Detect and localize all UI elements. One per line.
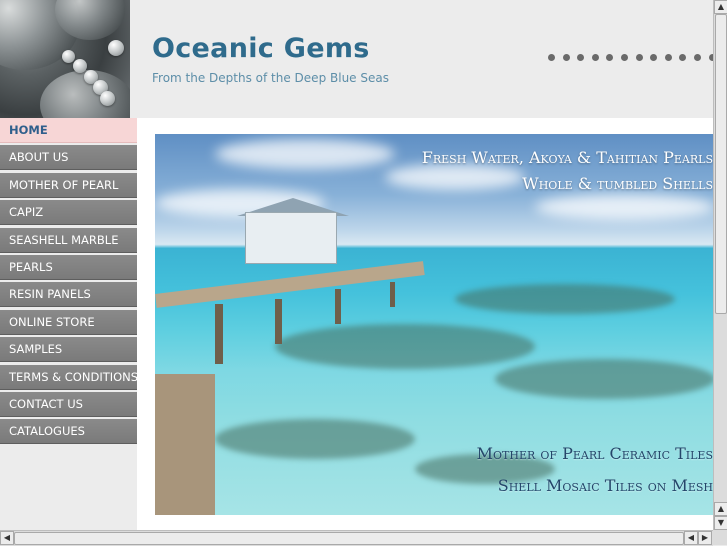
hero-caption-shells: Whole & tumbled Shells bbox=[522, 174, 713, 193]
vertical-scroll-thumb[interactable] bbox=[715, 14, 727, 314]
horizontal-scrollbar[interactable]: ◀ ◀ ▶ bbox=[0, 530, 713, 546]
nav-item-catalogues[interactable]: CATALOGUES bbox=[0, 419, 137, 445]
nav-item-seashell-marble[interactable]: SEASHELL MARBLE bbox=[0, 227, 137, 253]
nav-item-capiz[interactable]: CAPIZ bbox=[0, 200, 137, 226]
decorative-dots bbox=[548, 54, 716, 64]
nav-item-online-store[interactable]: ONLINE STORE bbox=[0, 309, 137, 335]
site-title[interactable]: Oceanic Gems bbox=[152, 33, 370, 64]
hero-caption-pearls: Fresh Water, Akoya & Tahitian Pearls bbox=[421, 148, 713, 167]
scroll-left-button[interactable]: ◀ bbox=[0, 531, 14, 545]
sidebar-nav: HOME ABOUT US MOTHER OF PEARL CAPIZ SEAS… bbox=[0, 118, 137, 530]
vertical-scrollbar[interactable]: ▲ ▲ ▼ bbox=[713, 0, 727, 530]
hero-caption-mosaic-tiles: Shell Mosaic Tiles on Mesh bbox=[497, 476, 713, 495]
horizontal-scroll-thumb[interactable] bbox=[14, 532, 684, 545]
site-header: Oceanic Gems From the Depths of the Deep… bbox=[0, 0, 716, 118]
nav-item-pearls[interactable]: PEARLS bbox=[0, 254, 137, 280]
hero-banner: Fresh Water, Akoya & Tahitian Pearls Who… bbox=[155, 134, 713, 515]
overwater-bungalow bbox=[245, 212, 337, 264]
scroll-up-button[interactable]: ▲ bbox=[714, 0, 727, 14]
nav-item-contact-us[interactable]: CONTACT US bbox=[0, 391, 137, 417]
nav-item-home[interactable]: HOME bbox=[0, 118, 137, 143]
nav-item-terms-conditions[interactable]: TERMS & CONDITIONS bbox=[0, 364, 137, 390]
main-content: Fresh Water, Akoya & Tahitian Pearls Who… bbox=[137, 118, 713, 530]
scroll-up-button-lower[interactable]: ▲ bbox=[714, 502, 727, 516]
scroll-down-button[interactable]: ▼ bbox=[714, 516, 727, 530]
scrollbar-corner bbox=[713, 530, 727, 545]
hero-caption-ceramic-tiles: Mother of Pearl Ceramic Tiles bbox=[476, 444, 713, 463]
nav-item-about-us[interactable]: ABOUT US bbox=[0, 145, 137, 171]
nav-item-resin-panels[interactable]: RESIN PANELS bbox=[0, 282, 137, 308]
scroll-left-button-right[interactable]: ◀ bbox=[684, 531, 698, 545]
site-tagline: From the Depths of the Deep Blue Seas bbox=[152, 71, 389, 85]
scroll-right-button[interactable]: ▶ bbox=[698, 531, 712, 545]
nav-item-samples[interactable]: SAMPLES bbox=[0, 337, 137, 363]
nav-item-mother-of-pearl[interactable]: MOTHER OF PEARL bbox=[0, 172, 137, 198]
logo-shell-pearls-image bbox=[0, 0, 130, 118]
